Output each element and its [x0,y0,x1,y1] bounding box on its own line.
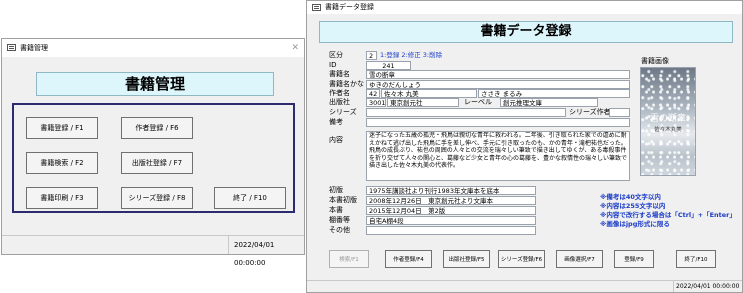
book-management-window: 書籍管理 ✕ 書籍管理 書籍登録 / F1 作者登録 / F6 書籍検索 / F… [1,38,305,267]
close-icon[interactable]: ✕ [291,39,299,57]
label-first-edition: 初版 [329,186,343,194]
id-field[interactable]: 241 [366,61,411,70]
label-id: ID [329,61,337,69]
publisher-name-field[interactable]: 東京創元社 [387,98,459,107]
label-shelf: 棚番等 [329,216,350,224]
title-kana-field[interactable]: ゆきのだんしょう [366,80,630,89]
note-image-format: ※画像はjpg形式に限る [600,220,670,228]
label-publisher: 出版社 [329,98,350,106]
remarks-field[interactable] [366,118,630,127]
menu-status-time: 2022/04/01 00:00:00 [234,241,275,267]
label-title-kana: 書籍名かな [329,80,364,88]
form-icon [312,4,321,11]
label-book-image: 書籍画像 [641,57,669,65]
note-newline: ※内容で改行する場合は「Ctrl」+「Enter」 [600,211,736,219]
publisher-register-button[interactable]: 出版社登録/F5 [443,250,490,268]
this-edition-field[interactable]: 2008年12月26日 東京創元社より文庫本 [366,196,536,205]
author-id-field[interactable]: 42 [366,89,380,98]
label-this-book: 本書 [329,206,343,214]
menu-titlebar: 書籍管理 ✕ [2,39,304,57]
publisher-register-button[interactable]: 出版社登録 / F7 [121,152,193,174]
entry-status-time: 2022/04/01 00:00:00 [676,283,740,290]
menu-banner: 書籍管理 [36,72,274,96]
author-name-field[interactable]: 佐々木 丸美 [381,89,477,98]
label-this-edition: 本書初版 [329,196,357,204]
author-register-button[interactable]: 作者登録 / F6 [121,117,193,139]
publisher-id-field[interactable]: 3001 [366,98,386,107]
search-button[interactable]: 検索/F1 [329,250,369,268]
label-author: 作者名 [329,89,350,97]
book-title-field[interactable]: 雪の断章 [366,70,630,79]
status-divider [228,236,229,254]
series-register-button[interactable]: シリーズ登録 / F8 [121,187,193,209]
series-author-field[interactable] [609,108,630,117]
label-content: 内容 [329,136,343,144]
register-button[interactable]: 登録/F9 [614,250,654,268]
label-label-field: レーベル [464,98,492,106]
menu-window-title: 書籍管理 [20,44,48,52]
cover-author: 佐々木丸美 [654,127,682,133]
label-series-author: シリーズ作者 [569,108,611,116]
label-book-title: 書籍名 [329,70,350,78]
series-field[interactable] [366,108,566,117]
form-icon [7,44,16,51]
label-field[interactable]: 創元推理文庫 [500,98,598,107]
label-series: シリーズ [329,108,357,116]
entry-titlebar: 書籍データ登録 [307,1,742,14]
book-print-button[interactable]: 書籍印刷 / F3 [26,187,98,209]
label-remarks: 備考 [329,118,343,126]
note-remarks-limit: ※備考は40文字以内 [600,193,661,201]
label-other: その他 [329,226,350,234]
status-divider [673,281,674,292]
category-field[interactable]: 2 [366,51,377,60]
entry-banner: 書籍データ登録 [319,21,733,43]
book-cover-image[interactable]: 雪の断章 佐々木丸美 [640,67,696,176]
author-register-button[interactable]: 作者登録/F4 [385,250,432,268]
book-entry-window: 書籍データ登録 書籍データ登録 区分 ID 書籍名 書籍名かな 作者名 出版社 … [306,0,743,293]
book-register-button[interactable]: 書籍登録 / F1 [26,117,98,139]
image-select-button[interactable]: 画像選択/F7 [556,250,603,268]
entry-window-title: 書籍データ登録 [325,3,374,11]
exit-button[interactable]: 終了 / F10 [214,187,286,209]
category-options: 1:登録 2:修正 3:削除 [380,51,443,59]
first-edition-field[interactable]: 1975年講談社より刊行1983年文庫本を底本 [366,186,536,195]
entry-status-bar: 2022/04/01 00:00:00 [307,280,742,292]
note-content-limit: ※内容は255文字以内 [600,202,666,210]
exit-button[interactable]: 終了/F10 [676,250,716,268]
book-search-button[interactable]: 書籍検索 / F2 [26,152,98,174]
other-field[interactable] [366,226,536,235]
author-kana-field[interactable]: ささき まるみ [478,89,630,98]
this-book-field[interactable]: 2015年12月04日 第2版 [366,206,536,215]
series-register-button[interactable]: シリーズ登録/F6 [498,250,545,268]
content-field[interactable]: 迷子になった五歳の孤児・飛鳥は親切な青年に救われる。二年後、引き取られた家での虐… [366,131,630,181]
menu-status-bar: 2022/04/01 00:00:00 [2,235,304,267]
label-category: 区分 [329,51,343,59]
shelf-field[interactable]: 自宅A棚4段 [366,216,536,225]
cover-title: 雪の断章 [649,114,686,124]
